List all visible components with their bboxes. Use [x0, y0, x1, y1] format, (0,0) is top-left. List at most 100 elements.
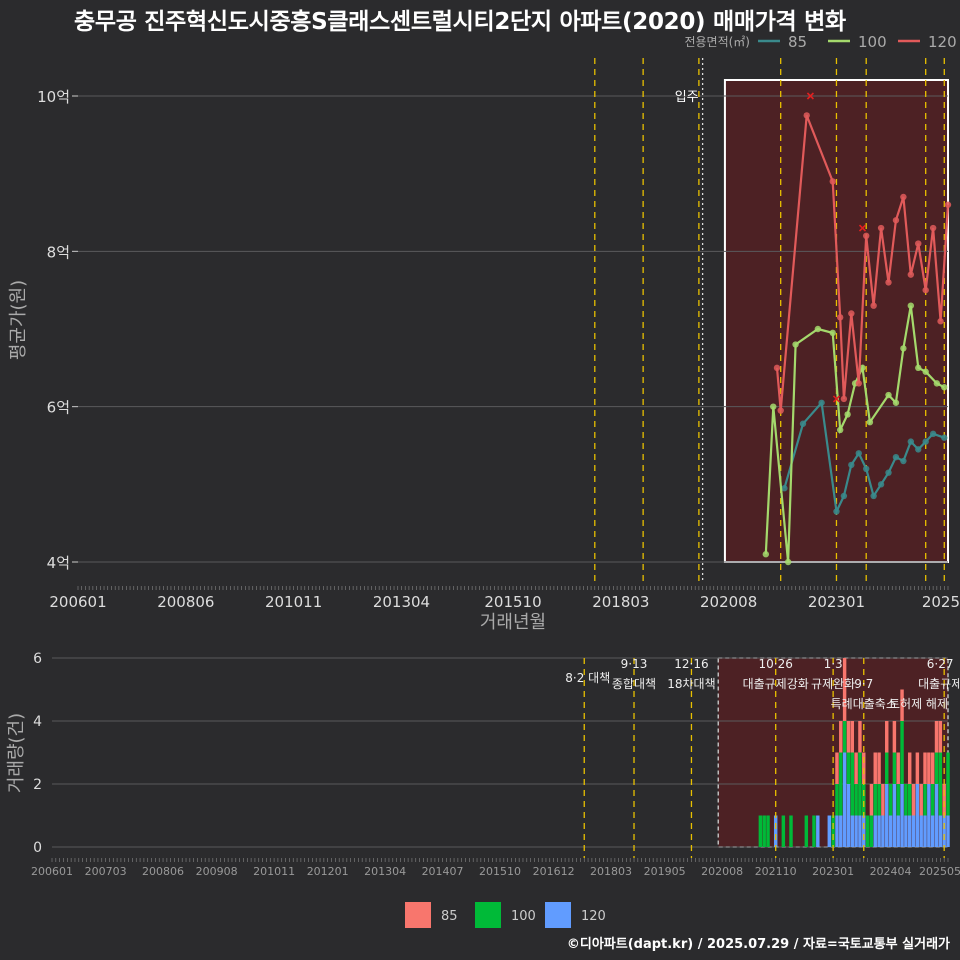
y-axis-title: 평균가(원) — [8, 280, 29, 360]
data-point-120 — [829, 178, 836, 185]
data-point-100 — [941, 384, 948, 391]
volume-bar-120 — [942, 815, 946, 847]
volume-bar-120 — [850, 815, 854, 847]
volume-bar-100 — [766, 815, 770, 847]
volume-bar-85 — [869, 784, 874, 816]
data-point-85 — [877, 481, 885, 488]
volume-bar-85 — [846, 721, 851, 753]
volume-bar-85 — [877, 752, 881, 784]
volume-bar-85 — [930, 752, 935, 784]
volume-x-tick-label: 201407 — [422, 865, 464, 878]
volume-bar-120 — [877, 815, 881, 847]
data-point-120 — [855, 380, 862, 387]
data-point-85 — [929, 430, 937, 438]
volume-bar-120 — [911, 815, 916, 847]
volume-x-tick-label: 202505 — [919, 865, 960, 878]
data-point-85 — [900, 457, 907, 465]
data-point-85 — [833, 508, 840, 515]
volume-bar-100 — [888, 784, 893, 816]
legend-title: 전용면적(㎡) — [684, 35, 750, 49]
data-point-120 — [840, 395, 848, 403]
x-tick-label: 201304 — [373, 593, 430, 611]
volume-bar-120 — [900, 784, 904, 847]
data-point-100 — [829, 329, 836, 337]
data-point-85 — [941, 434, 948, 441]
policy-name-label: 특례대출축소 — [831, 697, 897, 711]
volume-bar-120 — [919, 815, 923, 847]
volume-x-tick-label: 200908 — [196, 865, 238, 878]
volume-bar-100 — [839, 752, 843, 816]
volume-legend-key-120 — [545, 902, 571, 928]
data-point-85 — [885, 469, 892, 476]
volume-bar-100 — [858, 752, 862, 816]
legend-label-120: 120 — [928, 33, 957, 51]
volume-bar-100 — [789, 815, 793, 847]
volume-bar-85 — [923, 752, 927, 784]
volume-x-tick-label: 201510 — [479, 865, 521, 878]
volume-bar-120 — [930, 815, 935, 847]
x-tick-label: 201510 — [484, 593, 541, 611]
volume-x-tick-label: 202110 — [755, 865, 797, 878]
data-point-85 — [922, 438, 929, 445]
volume-bar-100 — [842, 721, 847, 753]
volume-bar-85 — [835, 752, 839, 784]
volume-bar-85 — [938, 721, 943, 753]
volume-bar-120 — [888, 815, 893, 847]
y-tick-label: 6억 — [47, 399, 70, 417]
y-tick-label: 10억 — [37, 88, 70, 106]
volume-bar-100 — [762, 815, 766, 847]
volume-bar-100 — [946, 752, 950, 816]
x-tick-label: 202301 — [808, 593, 865, 611]
data-point-120 — [777, 407, 784, 414]
volume-bar-100 — [896, 784, 900, 816]
volume-x-tick-label: 200703 — [85, 865, 127, 878]
volume-legend-label-100: 100 — [511, 909, 536, 924]
volume-y-tick-label: 4 — [33, 714, 42, 730]
volume-bar-100 — [835, 784, 839, 816]
x-tick-label: 202008 — [700, 593, 757, 611]
data-point-100 — [784, 558, 792, 566]
volume-bar-85 — [907, 752, 912, 784]
volume-y-tick-label: 2 — [33, 777, 42, 793]
data-point-120 — [907, 271, 915, 278]
data-point-120 — [929, 224, 937, 232]
data-point-120 — [863, 232, 870, 239]
volume-bar-100 — [812, 815, 816, 847]
volume-x-tick-label: 200806 — [142, 865, 184, 878]
x-tick-label: 2025 — [922, 593, 960, 611]
volume-bar-100 — [854, 784, 858, 816]
data-point-100 — [844, 411, 851, 418]
data-point-100 — [792, 341, 799, 348]
volume-bar-85 — [885, 721, 889, 753]
data-point-120 — [944, 201, 952, 208]
data-point-120 — [915, 240, 922, 247]
data-point-120 — [877, 224, 885, 232]
volume-bar-120 — [858, 815, 862, 847]
volume-bar-85 — [911, 784, 916, 816]
data-point-100 — [836, 426, 844, 434]
data-point-85 — [915, 446, 922, 453]
volume-bar-85 — [892, 721, 897, 753]
policy-label: 8·2 대책 — [565, 670, 610, 685]
volume-legend-label-85: 85 — [441, 909, 458, 924]
volume-bar-120 — [915, 784, 920, 847]
volume-y-axis-title: 거래량(건) — [6, 713, 27, 793]
volume-bar-120 — [923, 815, 927, 847]
volume-bar-100 — [877, 784, 881, 816]
policy-name-label: 규제완화 — [811, 677, 855, 691]
policy-date-label: 9·13 — [621, 657, 648, 671]
x-tick-label: 200806 — [157, 593, 214, 611]
volume-bar-120 — [862, 815, 866, 847]
data-point-100 — [907, 302, 915, 309]
data-point-120 — [870, 302, 877, 309]
policy-name-label: 종합대책 — [612, 676, 656, 691]
x-tick-label: 200601 — [49, 593, 106, 611]
volume-x-tick-label: 200601 — [31, 865, 73, 878]
policy-date-label: 12·16 — [674, 657, 708, 671]
volume-bar-100 — [865, 815, 870, 847]
data-point-120 — [803, 112, 810, 119]
volume-bar-120 — [904, 815, 908, 847]
data-point-85 — [848, 461, 855, 469]
data-point-100 — [933, 380, 941, 387]
data-point-85 — [818, 399, 825, 406]
